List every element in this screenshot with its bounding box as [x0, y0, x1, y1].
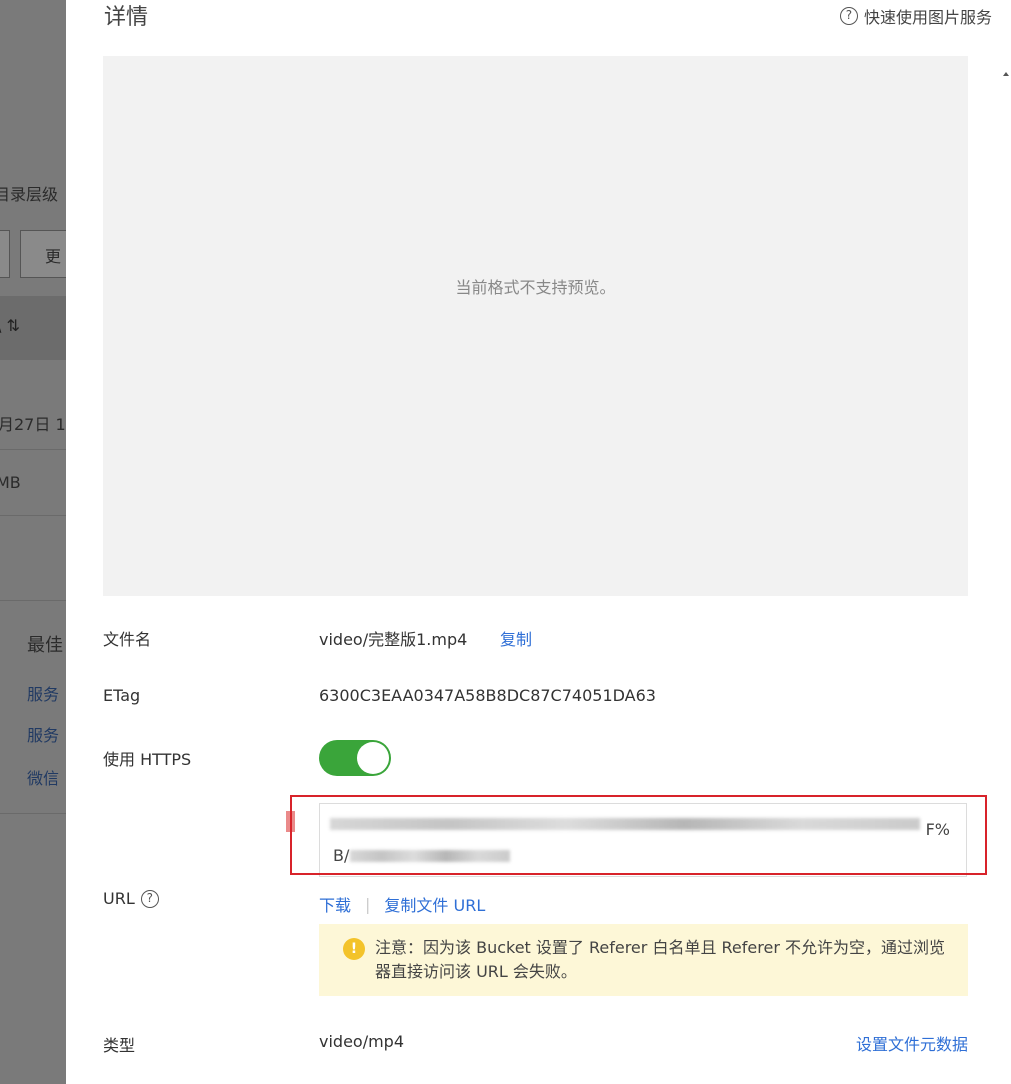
drawer-title: 详情 [104, 5, 149, 30]
bg-link: 服务 [27, 726, 60, 745]
warning-icon: ! [343, 938, 365, 960]
https-toggle[interactable] [319, 740, 391, 776]
preview-unsupported-text: 当前格式不支持预览。 [455, 278, 616, 297]
set-metadata-link[interactable]: 设置文件元数据 [856, 1031, 968, 1055]
highlight-frame [290, 795, 987, 875]
detail-drawer: 详情 ? 快速使用图片服务 ˆ 当前格式不支持预览。 文件名 video/完整版… [66, 0, 1011, 1084]
filename-label: 文件名 [103, 630, 152, 649]
bg-link: 服务 [27, 685, 60, 704]
type-label: 类型 [103, 1036, 136, 1055]
bg-button-left [0, 230, 10, 278]
bg-divider [0, 600, 66, 601]
bg-table-header: \ ⇅ [0, 296, 66, 360]
notice-text: 注意：因为该 Bucket 设置了 Referer 白名单且 Referer 不… [375, 938, 945, 981]
referer-warning-notice: ! 注意：因为该 Bucket 设置了 Referer 白名单且 Referer… [319, 924, 968, 996]
bg-section-title: 最佳 [27, 635, 63, 656]
chevron-up-icon[interactable]: ˆ [992, 0, 999, 10]
file-preview-area: 当前格式不支持预览。 [103, 56, 968, 596]
copy-url-link[interactable]: 复制文件 URL [384, 892, 485, 916]
url-actions: 下载 | 复制文件 URL [319, 892, 485, 916]
download-link[interactable]: 下载 [319, 892, 351, 916]
etag-label: ETag [103, 686, 141, 705]
background-page-overlay: 目录层级 更 \ ⇅ 月27日 1 MB 最佳 服务 服务 微信 [0, 0, 66, 1084]
bg-dir-level-label: 目录层级 [0, 185, 59, 204]
etag-value: 6300C3EAA0347A58B8DC87C74051DA63 [319, 686, 656, 705]
action-separator: | [365, 894, 371, 914]
url-label-group: URL ? [103, 889, 159, 908]
bg-divider [0, 813, 66, 814]
question-icon[interactable]: ? [140, 889, 159, 908]
filename-value: video/完整版1.mp4 [319, 630, 468, 649]
https-label: 使用 HTTPS [103, 750, 192, 769]
url-label: URL [103, 889, 135, 908]
bg-divider [0, 515, 66, 516]
bg-size-cell: MB [0, 473, 21, 492]
bg-date-cell: 月27日 1 [0, 415, 66, 434]
bg-divider [0, 449, 66, 450]
toggle-knob [357, 742, 389, 774]
scrollbar-up-arrow[interactable] [1003, 72, 1009, 76]
bg-more-button: 更 [20, 230, 66, 278]
quick-start-link[interactable]: ? 快速使用图片服务 [839, 4, 992, 28]
quick-start-label: 快速使用图片服务 [863, 8, 992, 27]
type-value: video/mp4 [319, 1032, 405, 1051]
bg-link: 微信 [27, 769, 60, 788]
question-icon: ? [839, 7, 858, 25]
copy-filename-button[interactable]: 复制 [500, 626, 532, 650]
